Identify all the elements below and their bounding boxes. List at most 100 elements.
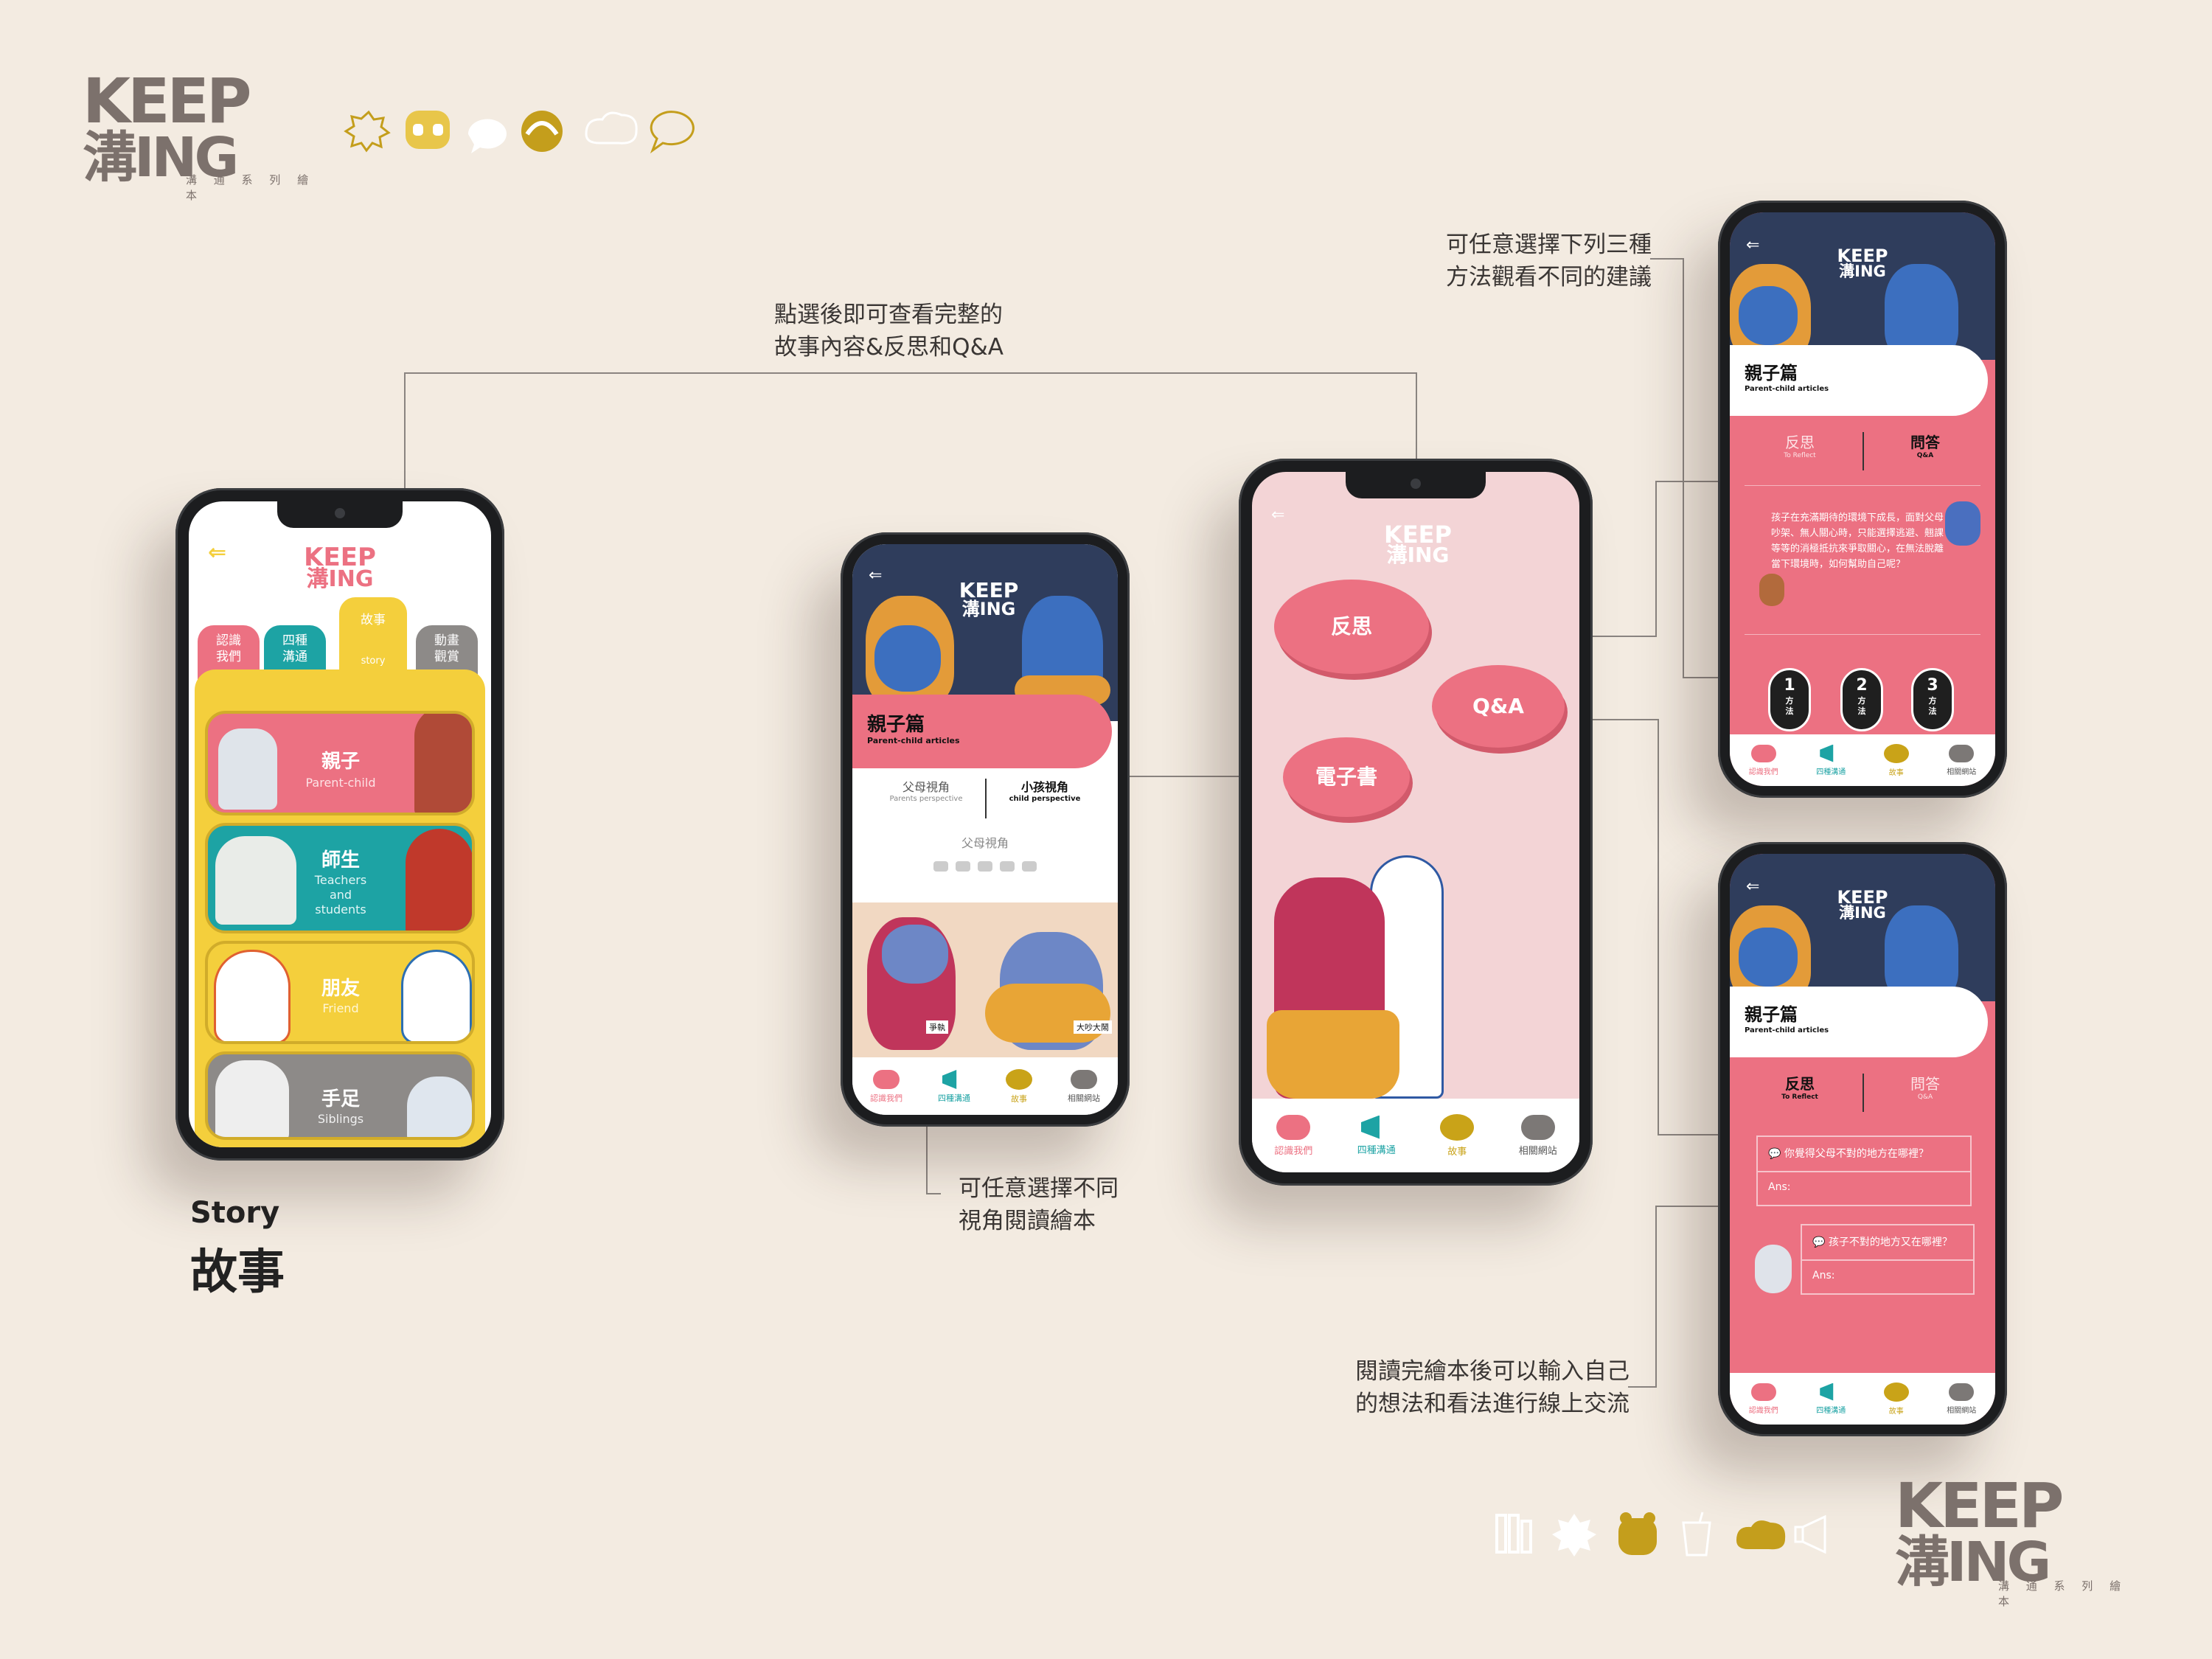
- tab-sublabel: story: [361, 655, 386, 667]
- method-number: 2: [1856, 676, 1868, 695]
- books-icon: [1495, 1514, 1532, 1554]
- answer-2-field[interactable]: Ans:: [1801, 1261, 1975, 1295]
- current-view-label: 父母視角: [961, 836, 1009, 850]
- nav-story[interactable]: 故事: [1883, 743, 1909, 777]
- speech-label: 大吵大鬧: [1074, 1020, 1112, 1034]
- answer-placeholder: Ans:: [1812, 1270, 1835, 1281]
- nav-story[interactable]: 故事: [1883, 1382, 1909, 1416]
- storybook-page-illustration[interactable]: 爭執 大吵大鬧: [852, 902, 1118, 1057]
- article-title-zh: 親子篇: [1745, 363, 1798, 383]
- answer-1-field[interactable]: Ans:: [1756, 1172, 1972, 1206]
- nav-label: 認識我們: [1274, 1145, 1313, 1157]
- logo-subtitle: 溝 通 系 列 繪 本: [1998, 1579, 2128, 1608]
- nav-story[interactable]: 故事: [1006, 1069, 1032, 1105]
- annotation-top-center: 點選後即可查看完整的 故事內容&反思和Q&A: [774, 299, 1069, 364]
- bear-face-icon: [406, 111, 450, 149]
- current-view-heading: 父母視角: [867, 833, 1103, 851]
- back-arrow-icon[interactable]: ⇐: [1746, 877, 1759, 896]
- article-title-en: Parent-child articles: [1745, 385, 1829, 393]
- story-header-illustration: ⇐ KEEP 溝ING: [1730, 212, 1995, 360]
- tab-label-en: Q&A: [1917, 1093, 1933, 1101]
- option-ebook-bubble[interactable]: 電子書: [1283, 737, 1410, 817]
- phone-perspective: ⇐ KEEP 溝ING 親子篇 Parent-child articles 父母…: [841, 532, 1130, 1127]
- story-card-siblings[interactable]: 手足 Siblings: [205, 1051, 475, 1140]
- nav-related-sites[interactable]: 相關網站: [1068, 1070, 1100, 1104]
- tab-label: 認識 我們: [216, 633, 241, 664]
- character-mother-skirt: [1267, 1010, 1399, 1099]
- story-card-teachers-students[interactable]: 師生 Teachers and students: [205, 823, 475, 933]
- character-illustration: [1945, 501, 1980, 546]
- option-qa-bubble[interactable]: Q&A: [1432, 665, 1565, 748]
- nav-label: 相關網站: [1068, 1093, 1100, 1103]
- nav-related-sites[interactable]: 相關網站: [1947, 744, 1976, 776]
- speech-bubble-icon: [1006, 1069, 1032, 1090]
- annotation-bottom-right: 閱讀完繪本後可以輸入自己 的想法和看法進行線上交流: [1283, 1355, 1630, 1420]
- parents-illustration: [1267, 855, 1458, 1106]
- cloud-icon: [1949, 744, 1975, 762]
- cloud-icon: [1276, 1114, 1311, 1140]
- card-title-zh: 手足: [321, 1088, 360, 1110]
- nav-label: 四種溝通: [1816, 1406, 1846, 1415]
- annotation-line: 的想法和看法進行線上交流: [1355, 1391, 1630, 1417]
- back-arrow-icon[interactable]: ⇐: [1271, 506, 1284, 524]
- back-arrow-icon[interactable]: ⇐: [869, 566, 882, 585]
- nav-label: 認識我們: [870, 1093, 902, 1103]
- answer-placeholder: Ans:: [1768, 1181, 1791, 1193]
- character-illustration: [218, 728, 277, 810]
- phone-options: ⇐ KEEP 溝ING 反思 Q&A 電子書 認識我們 四種溝通 故事 相關網站: [1239, 459, 1593, 1186]
- child-perspective-button[interactable]: 小孩視角 child perspective: [987, 777, 1103, 820]
- method-label: 方法: [1857, 696, 1866, 716]
- logo-text-ing: 溝ING: [1386, 543, 1450, 568]
- tab-qa[interactable]: 問答 Q&A: [1870, 1072, 1980, 1101]
- cloud-icon: [1071, 1070, 1097, 1089]
- nav-about-us[interactable]: 認識我們: [1274, 1114, 1313, 1157]
- nav-four-communication[interactable]: 四種溝通: [1816, 1382, 1846, 1415]
- nav-related-sites[interactable]: 相關網站: [1947, 1382, 1976, 1415]
- story-card-parent-child[interactable]: 親子 Parent-child: [205, 711, 475, 815]
- method-label: 方法: [1928, 696, 1937, 716]
- tab-label-en: To Reflect: [1784, 452, 1816, 459]
- logo-text-ing: 溝ING: [1839, 262, 1886, 280]
- parents-perspective-button[interactable]: 父母視角 Parents perspective: [867, 777, 985, 820]
- question-text: 孩子不對的地方又在哪裡？: [1828, 1237, 1952, 1248]
- back-arrow-icon[interactable]: ⇐: [208, 540, 226, 566]
- method-3-button[interactable]: 3 方法: [1911, 668, 1954, 731]
- tab-qa[interactable]: 問答 Q&A: [1870, 431, 1980, 459]
- nav-about-us[interactable]: 認識我們: [1749, 1382, 1778, 1415]
- method-2-button[interactable]: 2 方法: [1840, 668, 1883, 731]
- nav-four-communication[interactable]: 四種溝通: [938, 1070, 970, 1104]
- nav-label: 四種溝通: [1357, 1144, 1396, 1156]
- character-illustration: [215, 836, 296, 925]
- story-card-friend[interactable]: 朋友 Friend: [205, 941, 475, 1044]
- option-reflect-bubble[interactable]: 反思: [1274, 580, 1429, 674]
- reflect-body-text: 孩子在充滿期待的環境下成長，面對父母吵架、無人關心時，只能選擇逃避、翹課等等的消…: [1771, 510, 1948, 572]
- character-illustration: [1755, 1245, 1792, 1293]
- logo-text-keep: KEEP: [959, 578, 1019, 602]
- connector-line: [1683, 258, 1684, 678]
- tab-label: 動畫 觀賞: [434, 633, 459, 664]
- nav-about-us[interactable]: 認識我們: [870, 1070, 902, 1104]
- nav-label: 認識我們: [1748, 768, 1778, 776]
- nav-related-sites[interactable]: 相關網站: [1519, 1114, 1557, 1157]
- tab-reflect[interactable]: 反思 To Reflect: [1745, 1072, 1855, 1101]
- cloud-icon: [1736, 1520, 1786, 1550]
- chat-bubble-icon: [650, 111, 695, 154]
- brand-logo-top-left: KEEP 溝ING 溝 通 系 列 繪 本: [83, 70, 319, 202]
- nav-about-us[interactable]: 認識我們: [1748, 744, 1778, 776]
- bottom-nav: 認識我們 四種溝通 故事 相關網站: [1730, 1373, 1995, 1425]
- logo-text-ing: 溝ING: [961, 598, 1016, 619]
- option-label: 電子書: [1315, 765, 1377, 789]
- card-title-en: Teachers and students: [314, 873, 367, 917]
- logo-text-ing: 溝ING: [1839, 903, 1886, 922]
- tab-reflect[interactable]: 反思 To Reflect: [1745, 431, 1855, 459]
- annotation-line: 可任意選擇不同: [959, 1175, 1119, 1202]
- method-1-button[interactable]: 1 方法: [1768, 668, 1811, 731]
- article-title-zh: 親子篇: [867, 714, 925, 736]
- brand-logo-bottom-right: KEEP 溝ING 溝 通 系 列 繪 本: [1895, 1475, 2138, 1608]
- back-arrow-icon[interactable]: ⇐: [1746, 236, 1759, 254]
- speech-label: 爭執: [926, 1020, 948, 1034]
- nav-four-communication[interactable]: 四種溝通: [1816, 744, 1846, 776]
- nav-four-communication[interactable]: 四種溝通: [1357, 1115, 1396, 1156]
- nav-story[interactable]: 故事: [1440, 1113, 1475, 1158]
- tab-label-zh: 反思: [1785, 434, 1815, 451]
